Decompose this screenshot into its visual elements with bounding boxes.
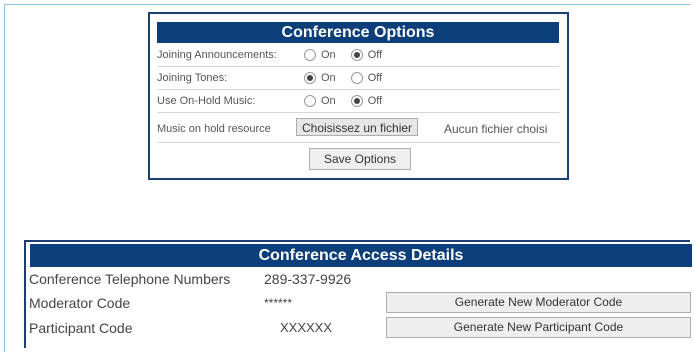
joining-announcements-label: Joining Announcements: — [157, 49, 277, 61]
moderator-row: Moderator Code ****** Generate New Moder… — [29, 292, 694, 314]
no-file-chosen-text: Aucun fichier choisi — [444, 122, 548, 136]
row-divider — [157, 89, 559, 90]
radio-off-label: Off — [367, 95, 383, 108]
save-options-button[interactable]: Save Options — [309, 148, 411, 170]
radio-off-label: Off — [367, 49, 383, 62]
on-hold-music-on-radio[interactable] — [304, 95, 316, 108]
joining-tones-on-radio[interactable] — [304, 72, 316, 85]
conference-options-panel: Conference Options Joining Announcements… — [148, 12, 569, 180]
row-divider — [157, 112, 559, 113]
conference-access-panel: Conference Access Details Conference Tel… — [24, 240, 692, 348]
on-hold-music-radios: On Off — [304, 91, 394, 111]
joining-tones-radios: On Off — [304, 68, 394, 88]
conference-options-title: Conference Options — [157, 22, 559, 43]
joining-announcements-off-radio[interactable] — [350, 49, 363, 62]
moderator-label: Moderator Code — [29, 295, 131, 311]
radio-on-label: On — [321, 95, 336, 108]
joining-announcements-radios: On Off — [304, 45, 394, 65]
participant-label: Participant Code — [29, 320, 133, 336]
participant-row: Participant Code XXXXXX Generate New Par… — [29, 317, 694, 339]
joining-tones-label: Joining Tones: — [157, 72, 228, 84]
music-resource-row: Music on hold resource Choisissez un fic… — [157, 118, 559, 139]
row-divider — [157, 66, 559, 67]
joining-tones-off-radio[interactable] — [350, 72, 363, 85]
on-hold-music-label: Use On-Hold Music: — [157, 95, 256, 107]
on-hold-music-off-radio[interactable] — [350, 95, 363, 108]
radio-off-label: Off — [367, 72, 383, 85]
generate-moderator-code-button[interactable]: Generate New Moderator Code — [386, 292, 691, 313]
generate-participant-code-button[interactable]: Generate New Participant Code — [386, 317, 691, 338]
participant-code-value: XXXXXX — [280, 320, 333, 335]
music-resource-label: Music on hold resource — [157, 123, 271, 135]
moderator-code-value: ****** — [264, 296, 293, 310]
row-divider — [157, 142, 559, 143]
conference-access-title: Conference Access Details — [30, 244, 692, 267]
telephone-value: 289-337-9926 — [264, 271, 352, 287]
radio-on-label: On — [321, 49, 336, 62]
telephone-label: Conference Telephone Numbers — [29, 271, 231, 287]
choose-file-button[interactable]: Choisissez un fichier — [296, 118, 419, 136]
joining-announcements-on-radio[interactable] — [304, 49, 316, 62]
radio-on-label: On — [321, 72, 336, 85]
